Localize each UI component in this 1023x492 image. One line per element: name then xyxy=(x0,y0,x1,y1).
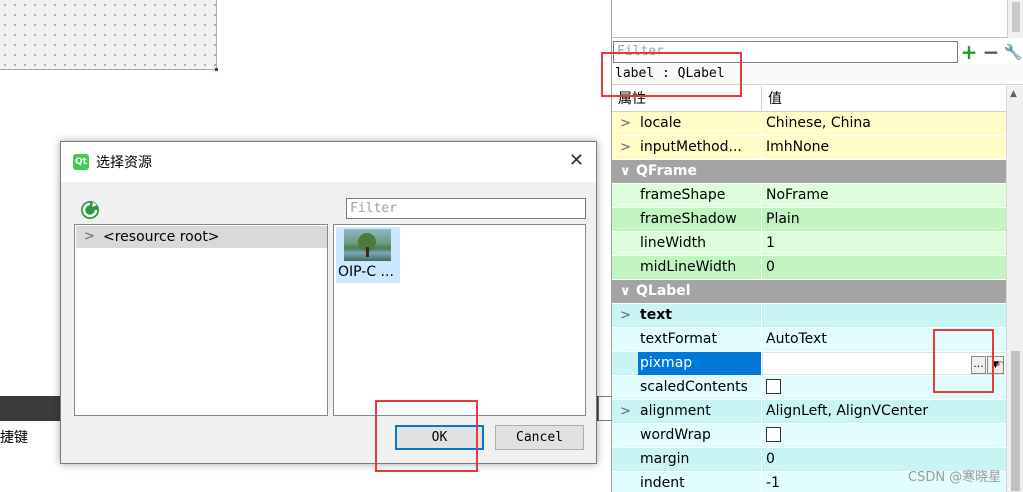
property-value[interactable]: 1 xyxy=(762,232,1007,255)
property-name: lineWidth xyxy=(640,235,706,251)
property-row-text[interactable]: > text xyxy=(612,304,1007,328)
scrollbar-thumb[interactable] xyxy=(1012,2,1020,32)
property-row-alignment[interactable]: > alignment AlignLeft, AlignVCenter xyxy=(612,400,1007,424)
add-property-icon[interactable]: + xyxy=(958,40,980,64)
select-resource-dialog: Qt 选择资源 ✕ Filter > <resource root> OIP-C… xyxy=(60,141,597,464)
thumbnail-trunk-shape xyxy=(366,247,369,257)
property-name: margin xyxy=(640,451,690,467)
tree-item-resource-root[interactable]: > <resource root> xyxy=(76,226,327,248)
word-wrap-checkbox[interactable] xyxy=(766,426,781,442)
property-row-frame-shadow[interactable]: frameShadow Plain xyxy=(612,208,1007,232)
property-value[interactable]: ImhNone xyxy=(762,136,1007,159)
chevron-right-icon[interactable]: > xyxy=(620,304,631,327)
resource-filter-input[interactable]: Filter xyxy=(346,198,586,219)
property-name: indent xyxy=(640,475,685,491)
property-name: alignment xyxy=(640,403,711,419)
property-value[interactable] xyxy=(762,424,1007,447)
property-row-mid-line-width[interactable]: midLineWidth 0 xyxy=(612,256,1007,280)
property-value[interactable]: NoFrame xyxy=(762,184,1007,207)
section-qframe[interactable]: ∨ QFrame xyxy=(612,160,1007,184)
property-name: textFormat xyxy=(640,331,717,347)
tree-item-label: <resource root> xyxy=(103,229,220,245)
scrollbar-thumb[interactable] xyxy=(1011,351,1020,491)
property-scrollbar[interactable]: ▲ xyxy=(1006,86,1023,492)
scaled-contents-checkbox[interactable] xyxy=(766,378,781,394)
property-table: 属性 值 > locale Chinese, China > inputMethod… xyxy=(612,86,1007,492)
property-name: frameShape xyxy=(640,187,726,203)
annotation-box-object-label xyxy=(601,52,742,97)
dialog-title-bar[interactable]: Qt 选择资源 ✕ xyxy=(61,142,596,182)
property-value[interactable]: 0 xyxy=(762,256,1007,279)
annotation-box-ok-button xyxy=(375,400,478,472)
object-inspector-area xyxy=(612,0,1023,38)
property-value[interactable]: AlignLeft, AlignVCenter xyxy=(762,400,1007,423)
shortcut-column-label: 捷键 xyxy=(0,430,28,446)
property-row-word-wrap[interactable]: wordWrap xyxy=(612,424,1007,448)
property-name: text xyxy=(640,307,672,323)
property-name: frameShadow xyxy=(640,211,737,227)
property-value[interactable]: Plain xyxy=(762,208,1007,231)
property-name: scaledContents xyxy=(640,379,748,395)
form-canvas[interactable] xyxy=(0,0,218,71)
property-row-frame-shape[interactable]: frameShape NoFrame xyxy=(612,184,1007,208)
reload-icon[interactable] xyxy=(79,199,101,221)
file-item[interactable]: OIP-C ... xyxy=(336,227,400,283)
section-title: QLabel xyxy=(636,283,691,299)
file-name: OIP-C ... xyxy=(338,264,394,280)
configure-wrench-icon[interactable]: 🔧 xyxy=(1002,41,1023,63)
object-inspector-scrollbar[interactable] xyxy=(1007,0,1023,38)
dialog-title: 选择资源 xyxy=(96,155,152,171)
section-qlabel[interactable]: ∨ QLabel xyxy=(612,280,1007,304)
cancel-button[interactable]: Cancel xyxy=(495,425,584,450)
chevron-right-icon[interactable]: > xyxy=(84,226,95,248)
resource-tree[interactable]: > <resource root> xyxy=(74,224,328,416)
resource-file-list[interactable]: OIP-C ... xyxy=(333,224,586,416)
resize-handle[interactable] xyxy=(215,68,218,71)
chevron-down-icon[interactable]: ∨ xyxy=(620,280,631,303)
watermark: CSDN @寒晓星 xyxy=(908,470,1002,485)
property-name: pixmap xyxy=(640,355,693,371)
reset-property-icon[interactable]: ↶ xyxy=(993,360,1007,371)
annotation-box-pixmap-button xyxy=(933,329,994,393)
property-value[interactable] xyxy=(762,304,1007,327)
chevron-right-icon[interactable]: > xyxy=(620,400,631,423)
dock-scroll-edge xyxy=(598,396,612,421)
section-title: QFrame xyxy=(636,163,698,179)
property-name: wordWrap xyxy=(640,427,711,443)
property-value[interactable]: Chinese, China xyxy=(762,112,1007,135)
property-name: midLineWidth xyxy=(640,259,737,275)
close-icon[interactable]: ✕ xyxy=(569,152,584,170)
remove-property-icon[interactable]: − xyxy=(980,40,1002,64)
property-row-locale[interactable]: > locale Chinese, China xyxy=(612,112,1007,136)
scroll-up-icon[interactable]: ▲ xyxy=(1010,89,1017,99)
chevron-down-icon[interactable]: ∨ xyxy=(620,160,631,183)
property-row-input-method[interactable]: > inputMethod... ImhNone xyxy=(612,136,1007,160)
property-name: locale xyxy=(640,115,682,131)
image-thumbnail xyxy=(344,229,391,261)
chevron-right-icon[interactable]: > xyxy=(620,112,631,135)
value-column-header[interactable]: 值 xyxy=(762,86,782,111)
qt-logo-icon: Qt xyxy=(73,154,89,170)
chevron-right-icon[interactable]: > xyxy=(620,136,631,159)
property-row-line-width[interactable]: lineWidth 1 xyxy=(612,232,1007,256)
property-name: inputMethod... xyxy=(640,139,742,155)
